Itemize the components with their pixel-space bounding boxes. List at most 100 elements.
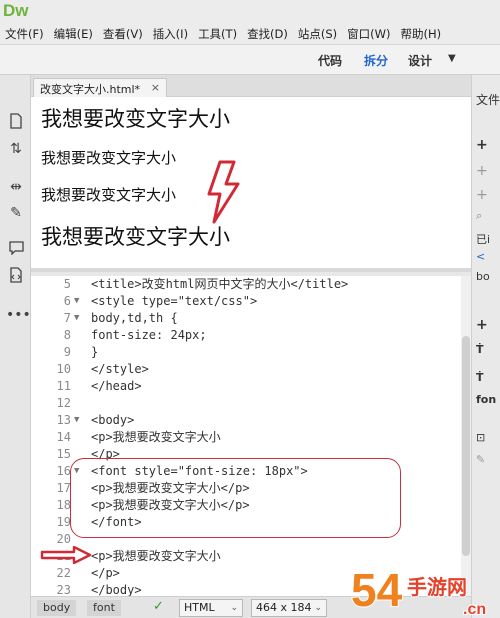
left-toolbar: ⇅ ⇹ ✎ ••• — [0, 75, 31, 618]
code-line[interactable]: 11 </head> — [31, 378, 471, 394]
document-tab[interactable]: 改变文字大小.html* × — [33, 78, 167, 97]
new-document-icon[interactable] — [6, 113, 26, 133]
code-text: font-size: 24px; — [91, 328, 207, 342]
menu-site[interactable]: 站点(S) — [293, 26, 342, 42]
menu-help[interactable]: 帮助(H) — [396, 26, 447, 42]
line-number: 21 — [56, 549, 71, 563]
panel-item[interactable]: 已i — [472, 231, 500, 247]
code-line[interactable]: 8 font-size: 24px; — [31, 327, 471, 343]
menu-window[interactable]: 窗口(W) — [342, 26, 395, 42]
validation-check-icon[interactable]: ✓ — [153, 599, 164, 614]
line-number: 11 — [56, 379, 71, 393]
design-view[interactable]: 我想要改变文字大小 我想要改变文字大小 我想要改变文字大小 我想要改变文字大小 — [31, 97, 471, 272]
chevron-down-icon: ⌄ — [230, 603, 238, 613]
more-options-icon[interactable]: ••• — [6, 305, 31, 325]
tag-selector-body[interactable]: body — [37, 600, 77, 616]
plus-icon[interactable]: + — [472, 163, 500, 179]
doctype-select[interactable]: HTML ⌄ — [179, 599, 243, 617]
line-number: 15 — [56, 447, 71, 461]
code-text: </style> — [91, 362, 149, 376]
code-scrollbar[interactable] — [461, 276, 471, 596]
line-number: 10 — [56, 362, 71, 376]
brush-icon[interactable]: ✎ — [472, 453, 500, 466]
view-switcher-bar: 代码 拆分 设计 ▼ — [0, 45, 500, 75]
app-logo: Dw — [3, 1, 29, 20]
title-bar: Dw — [0, 0, 500, 23]
menu-tools[interactable]: 工具(T) — [193, 26, 242, 42]
view-options-chevron-icon[interactable]: ▼ — [448, 53, 456, 64]
code-line[interactable]: 5 <title>改变html网页中文字的大小</title> — [31, 276, 471, 292]
window-size-select[interactable]: 464 x 184 ⌄ — [251, 599, 327, 617]
line-number: 23 — [56, 583, 71, 596]
line-number: 17 — [56, 481, 71, 495]
more-options-icon[interactable]: ⊡ — [472, 431, 500, 444]
right-panel: 文件 + + + ⌕ 已i < bo + Ṫ Ṫ fon ⊡ ✎ — [471, 75, 500, 618]
menu-bar: 文件(F) 编辑(E) 查看(V) 插入(I) 工具(T) 查找(D) 站点(S… — [0, 23, 500, 45]
code-text: <p>我想要改变文字大小 — [91, 430, 221, 444]
code-line[interactable]: 7 ▼ body,td,th { — [31, 310, 471, 326]
panel-item[interactable]: bo — [472, 270, 500, 283]
menu-insert[interactable]: 插入(I) — [148, 26, 193, 42]
watermark-title: 手游网 — [407, 575, 467, 599]
sort-arrows-icon[interactable]: ⇅ — [6, 139, 26, 159]
code-text: </body> — [91, 583, 142, 596]
panel-item[interactable]: fon — [472, 393, 500, 406]
menu-find[interactable]: 查找(D) — [242, 26, 293, 42]
files-panel-label[interactable]: 文件 — [472, 91, 500, 108]
code-text: body,td,th { — [91, 311, 178, 325]
code-scroll-thumb[interactable] — [462, 336, 470, 556]
fold-toggle-icon[interactable]: ▼ — [74, 412, 79, 428]
code-text: <title>改变html网页中文字的大小</title> — [91, 277, 349, 291]
plus-icon[interactable]: + — [472, 137, 500, 153]
line-number: 18 — [56, 498, 71, 512]
design-paragraph-2[interactable]: 我想要改变文字大小 — [41, 147, 176, 168]
watermark-logo: 54 手游网 .cn — [345, 560, 500, 618]
text-tool-icon[interactable]: Ṫ — [472, 343, 500, 356]
brush-icon[interactable]: ✎ — [6, 203, 26, 223]
code-text: </p> — [91, 566, 120, 580]
line-number: 14 — [56, 430, 71, 444]
document-tab-bar: 改变文字大小.html* × — [31, 75, 471, 97]
code-view-button[interactable]: 代码 — [318, 52, 342, 69]
line-number: 9 — [63, 345, 71, 359]
plus-icon[interactable]: + — [472, 187, 500, 203]
panel-item[interactable]: < — [472, 250, 500, 263]
comment-icon[interactable] — [6, 241, 26, 261]
close-icon[interactable]: × — [151, 81, 160, 94]
tag-selector-font[interactable]: font — [87, 600, 121, 616]
design-view-button[interactable]: 设计 — [408, 52, 432, 69]
line-number: 7 — [63, 311, 71, 325]
code-line[interactable]: 12 — [31, 395, 471, 411]
code-line[interactable]: 6 ▼ <style type="text/css"> — [31, 293, 471, 309]
menu-view[interactable]: 查看(V) — [98, 26, 148, 42]
design-paragraph-4[interactable]: 我想要改变文字大小 — [41, 221, 230, 251]
menu-file[interactable]: 文件(F) — [0, 26, 49, 42]
text-tool-icon[interactable]: Ṫ — [472, 371, 500, 384]
expand-icon[interactable]: ⇹ — [6, 177, 26, 197]
fold-toggle-icon[interactable]: ▼ — [74, 293, 79, 309]
split-view-button[interactable]: 拆分 — [364, 52, 388, 69]
line-number: 6 — [63, 294, 71, 308]
line-number: 5 — [63, 277, 71, 291]
line-number: 8 — [63, 328, 71, 342]
fold-toggle-icon[interactable]: ▼ — [74, 310, 79, 326]
code-line[interactable]: 14 <p>我想要改变文字大小 — [31, 429, 471, 445]
code-line[interactable]: 13 ▼ <body> — [31, 412, 471, 428]
design-paragraph-3[interactable]: 我想要改变文字大小 — [41, 184, 176, 205]
code-line[interactable]: 10 </style> — [31, 361, 471, 377]
code-view[interactable]: 5 <title>改变html网页中文字的大小</title> 6 ▼ <style t… — [31, 276, 471, 596]
code-snippet-icon[interactable] — [6, 267, 26, 287]
line-number: 20 — [56, 532, 71, 546]
code-line[interactable]: 9} — [31, 344, 471, 360]
plus-icon[interactable]: + — [472, 317, 500, 333]
watermark-number: 54 — [351, 564, 403, 616]
code-text: <style type="text/css"> — [91, 294, 258, 308]
code-text: } — [91, 345, 99, 359]
search-icon[interactable]: ⌕ — [472, 209, 500, 223]
line-number: 16 — [56, 464, 71, 478]
menu-edit[interactable]: 编辑(E) — [49, 26, 98, 42]
window-size-value: 464 x 184 — [256, 601, 312, 614]
line-number: 22 — [56, 566, 71, 580]
line-number: 19 — [56, 515, 71, 529]
design-paragraph-1[interactable]: 我想要改变文字大小 — [41, 103, 230, 133]
